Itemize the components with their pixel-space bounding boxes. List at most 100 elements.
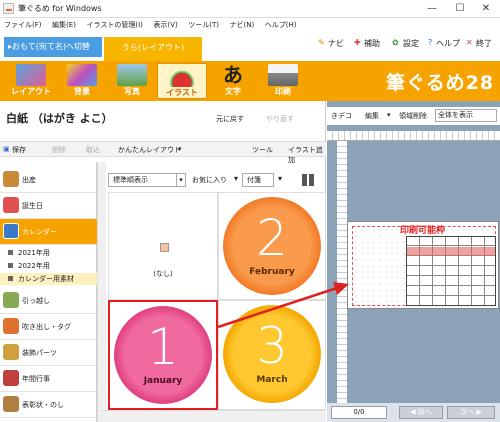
tab-front[interactable]: ▸おもて(宛て名)へ切替 — [4, 37, 102, 57]
chevron-down-icon[interactable]: ▾ — [278, 174, 282, 183]
tab-back[interactable]: うら(レイアウト) — [104, 37, 202, 61]
text-button[interactable]: あ 文字 — [208, 63, 258, 99]
navi-button[interactable]: ナビ — [328, 38, 344, 49]
app-icon — [3, 3, 14, 14]
brush-char-icon: あ — [223, 63, 243, 87]
illust-cell-february[interactable]: 2 February — [218, 192, 326, 300]
subcategory-item[interactable]: 2021年用 — [0, 247, 97, 259]
category-item[interactable]: 吹き出し・タグ — [0, 314, 97, 340]
photo-label: 写真 — [124, 87, 140, 96]
tag-filter[interactable]: 付箋 — [242, 173, 274, 187]
photo-icon — [117, 64, 147, 86]
chevron-down-icon[interactable]: ▾ — [234, 174, 238, 183]
deco-button[interactable]: きデコ — [331, 111, 352, 121]
grid-view-icon[interactable] — [302, 174, 314, 186]
postcard-canvas[interactable]: 印刷可能枠 — [347, 221, 499, 309]
menu-view[interactable]: 表示(V) — [149, 18, 181, 32]
layout-button[interactable]: レイアウト — [6, 63, 56, 99]
calendar-grid[interactable] — [406, 236, 496, 306]
chevron-down-icon[interactable]: ▾ — [176, 173, 186, 187]
settings-icon[interactable]: ✿ — [392, 38, 399, 47]
print-button[interactable]: 印刷 — [258, 63, 308, 99]
window-title: 筆ぐるめ for Windows — [18, 4, 102, 13]
undo-button[interactable]: 元に戻す — [216, 114, 244, 124]
march-medal: 3 March — [223, 305, 321, 403]
illust-label: イラスト — [166, 88, 198, 97]
text-label: 文字 — [225, 87, 241, 96]
prev-button[interactable]: ◀ 前へ — [399, 406, 443, 419]
category-item[interactable]: 誕生日 — [0, 193, 97, 219]
maximize-button[interactable]: ☐ — [446, 0, 474, 17]
zoom-select[interactable]: 全体を表示 — [435, 109, 497, 122]
illust-cell-january-selected[interactable]: 1 January — [108, 300, 218, 410]
layout-label: レイアウト — [11, 87, 51, 96]
menu-illust-manage[interactable]: イラストの管理(I) — [82, 18, 146, 32]
settings-button[interactable]: 設定 — [403, 38, 419, 49]
background-button[interactable]: 背景 — [57, 63, 107, 99]
january-medal: 1 January — [114, 306, 212, 404]
grid-hscrollbar[interactable] — [100, 410, 326, 422]
next-button[interactable]: 次へ ▶ — [447, 406, 495, 419]
menu-edit[interactable]: 編集(E) — [48, 18, 80, 32]
category-label: 表彰状・のし — [22, 401, 64, 409]
folder-icon — [8, 276, 13, 281]
number-2: 2 — [256, 209, 288, 267]
month-label: January — [143, 376, 183, 386]
navi-icon[interactable]: ✎ — [318, 38, 325, 47]
number-1: 1 — [147, 318, 179, 376]
illust-cell-march[interactable]: 3 March — [218, 300, 326, 410]
tag-icon — [3, 318, 19, 334]
category-item[interactable]: 表彰状・のし — [0, 392, 97, 418]
assist-icon[interactable]: ✚ — [354, 38, 361, 47]
exit-button[interactable]: 終了 — [476, 38, 492, 49]
favorite-filter[interactable]: お気に入り — [192, 175, 227, 185]
category-item[interactable]: 装飾パーツ — [0, 340, 97, 366]
menu-help[interactable]: ヘルプ(H) — [261, 18, 301, 32]
import-button[interactable]: 取込 — [86, 145, 100, 155]
edit-menu[interactable]: 編集 — [365, 111, 379, 121]
category-item-calendar[interactable]: カレンダー — [0, 219, 97, 245]
chevron-down-icon[interactable]: ▾ — [178, 145, 182, 153]
watermelon-icon — [167, 65, 197, 87]
illust-button[interactable]: イラスト — [157, 63, 207, 99]
save-button[interactable]: 保存 — [12, 145, 26, 155]
preview-panel: きデコ 編集 ▾ 領域削除 全体を表示 印刷可能枠 0/0 ◀ 前へ 次へ ▶ — [327, 101, 500, 422]
assist-button[interactable]: 補助 — [364, 38, 380, 49]
tools-menu[interactable]: ツール — [252, 145, 273, 155]
menu-tools[interactable]: ツール(T) — [184, 18, 223, 32]
print-area-label: 印刷可能枠 — [400, 226, 446, 236]
minimize-button[interactable]: — — [418, 0, 446, 17]
erase-area-button[interactable]: 領域削除 — [399, 111, 427, 121]
main-toolbar: レイアウト 背景 写真 イラスト あ 文字 印刷 筆ぐるめ28 — [0, 61, 500, 101]
save-icon[interactable]: ▣ — [3, 145, 10, 153]
subcategory-item[interactable]: 2022年用 — [0, 260, 97, 272]
category-list: 出産 誕生日 カレンダー 2021年用 2022年用 カレンダー用素材 引っ越し — [0, 162, 97, 422]
category-label: 誕生日 — [22, 202, 43, 210]
help-button[interactable]: ヘルプ — [436, 38, 460, 49]
exit-icon[interactable]: ✕ — [466, 38, 473, 47]
category-item[interactable]: 年間行事 — [0, 366, 97, 392]
month-label: February — [249, 267, 295, 277]
mode-tabs: ▸おもて(宛て名)へ切替 うら(レイアウト) — [0, 32, 500, 62]
redo-button[interactable]: やり直す — [266, 114, 294, 124]
subcategory-item-selected[interactable]: カレンダー用素材 — [0, 273, 97, 285]
event-icon — [3, 370, 19, 386]
photo-button[interactable]: 写真 — [107, 63, 157, 99]
category-item[interactable]: 出産 — [0, 167, 97, 193]
category-item[interactable]: 引っ越し — [0, 288, 97, 314]
close-button[interactable]: ✕ — [472, 0, 500, 17]
menu-file[interactable]: ファイル(F) — [0, 18, 46, 32]
help-icon[interactable]: ? — [428, 38, 432, 47]
cake-icon — [3, 197, 19, 213]
menu-navi[interactable]: ナビ(N) — [226, 18, 259, 32]
easy-layout-button[interactable]: かんたんレイアウト — [118, 145, 181, 155]
category-label: カレンダー — [22, 228, 57, 236]
subcategory-label: 2021年用 — [18, 249, 50, 257]
number-3: 3 — [256, 317, 288, 375]
delete-button[interactable]: 削除 — [52, 145, 66, 155]
sort-select[interactable]: 標準順表示 — [108, 173, 178, 187]
category-scrollbar[interactable] — [97, 162, 106, 422]
add-illust-button[interactable]: イラスト追加 — [288, 145, 326, 165]
chevron-down-icon[interactable]: ▾ — [387, 111, 391, 119]
illust-cell-none[interactable]: (なし) — [108, 192, 218, 300]
